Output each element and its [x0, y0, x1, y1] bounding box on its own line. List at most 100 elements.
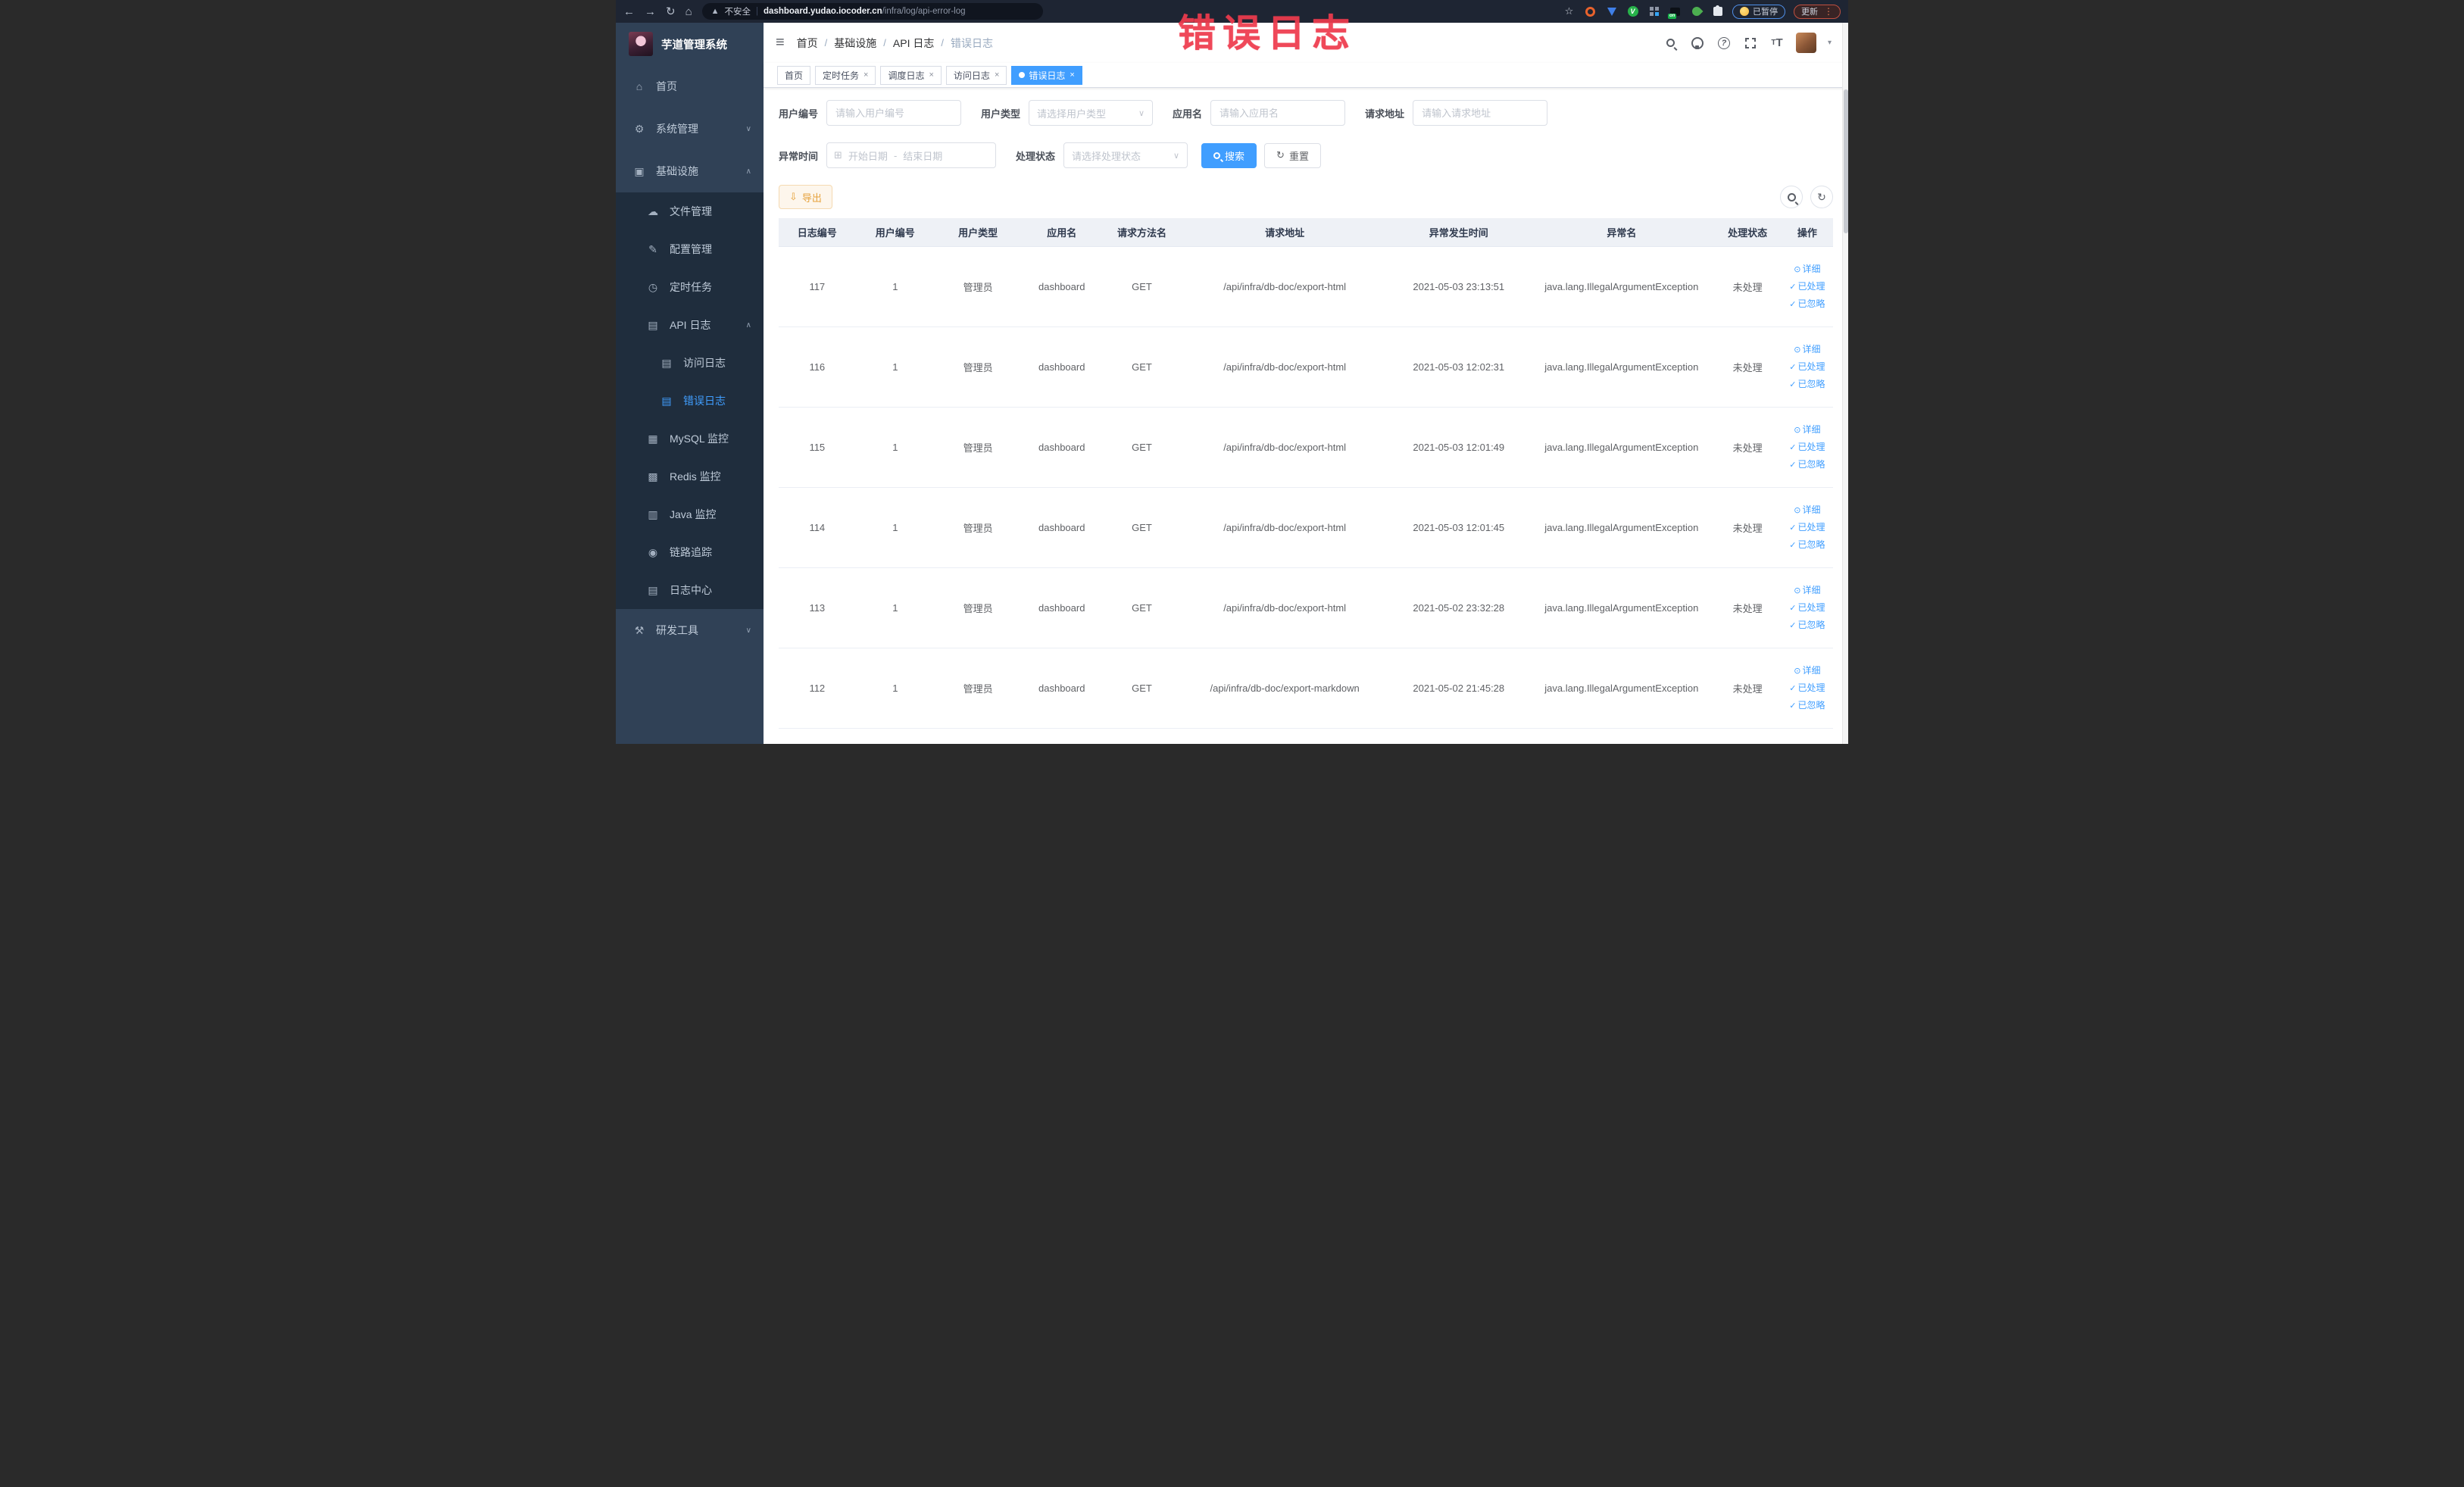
breadcrumb-home[interactable]: 首页 — [797, 36, 818, 51]
mark-processed-link[interactable]: ✓ 已处理 — [1785, 679, 1830, 697]
browser-reload-icon[interactable]: ↻ — [666, 6, 676, 17]
scrollbar-thumb[interactable] — [1844, 89, 1848, 233]
sidebar: 芋道管理系统 ⌂ 首页 ⚙ 系统管理 ∨ ▣ 基础设施 ∧ ☁ 文件管理 ✎ 配… — [616, 23, 764, 744]
check-icon: ✓ — [1789, 683, 1797, 693]
sidebar-item-label: 文件管理 — [670, 205, 712, 217]
filter-row-2: 异常时间 ⊞ 开始日期 - 结束日期 处理状态 请选择处理状态 ∨ 搜索 ↻ 重… — [779, 142, 1833, 168]
sidebar-item-access-logs[interactable]: ▤ 访问日志 — [616, 344, 764, 382]
sidebar-item-dev-tools[interactable]: ⚒ 研发工具 ∨ — [616, 609, 764, 651]
close-icon[interactable]: × — [929, 70, 933, 80]
extension-blue-shield-icon[interactable] — [1605, 5, 1618, 18]
sidebar-item-home[interactable]: ⌂ 首页 — [616, 65, 764, 108]
help-icon[interactable]: ? — [1716, 36, 1732, 51]
sidebar-item-system-management[interactable]: ⚙ 系统管理 ∨ — [616, 108, 764, 150]
tag-scheduled-tasks[interactable]: 定时任务 × — [815, 65, 876, 85]
mark-ignored-link[interactable]: ✓ 已忽略 — [1785, 697, 1830, 714]
export-button[interactable]: ⇩ 导出 — [779, 185, 832, 209]
sidebar-item-error-logs[interactable]: ▤ 错误日志 — [616, 382, 764, 420]
tag-error-logs[interactable]: 错误日志 × — [1011, 65, 1082, 85]
mark-ignored-link[interactable]: ✓ 已忽略 — [1785, 456, 1830, 473]
user-id-input[interactable] — [826, 100, 962, 126]
address-bar[interactable]: ▲ 不安全 | dashboard.yudao.iocoder.cn/infra… — [701, 3, 1043, 20]
top-navbar: ≡ 首页 / 基础设施 / API 日志 / 错误日志 ? TT ▾ — [764, 23, 1848, 63]
toggle-search-button[interactable] — [1780, 186, 1803, 208]
error-log-table: 日志编号 用户编号 用户类型 应用名 请求方法名 请求地址 异常发生时间 异常名… — [779, 218, 1833, 729]
browser-toolbar-right: ☆ V on 已暂停 更新 ⋮ — [1563, 4, 1841, 19]
extension-orange-ring-icon[interactable] — [1584, 5, 1597, 18]
extension-switch-icon[interactable]: on — [1668, 5, 1682, 19]
browser-forward-icon[interactable]: → — [645, 6, 656, 17]
detail-link[interactable]: ⊙ 详细 — [1785, 261, 1830, 278]
detail-link[interactable]: ⊙ 详细 — [1785, 421, 1830, 439]
user-type-select[interactable]: 请选择用户类型 ∨ — [1029, 100, 1154, 126]
check-icon: ✓ — [1789, 362, 1797, 372]
detail-link[interactable]: ⊙ 详细 — [1785, 501, 1830, 519]
tags-view-bar: 首页 定时任务 × 调度日志 × 访问日志 × 错误日志 × — [764, 63, 1848, 88]
page-scrollbar[interactable] — [1842, 23, 1848, 744]
tag-home[interactable]: 首页 — [777, 65, 811, 85]
avatar-dropdown-caret-icon[interactable]: ▾ — [1828, 39, 1832, 47]
filter-row-1: 用户编号 用户类型 请选择用户类型 ∨ 应用名 请求地址 — [779, 100, 1833, 126]
reset-button[interactable]: ↻ 重置 — [1264, 142, 1321, 168]
sidebar-item-java-monitor[interactable]: ▥ Java 监控 — [616, 495, 764, 533]
extension-grid-icon[interactable] — [1647, 5, 1660, 18]
mark-processed-link[interactable]: ✓ 已处理 — [1785, 278, 1830, 295]
app-logo-row[interactable]: 芋道管理系统 — [616, 23, 764, 65]
sidebar-item-link-tracing[interactable]: ◉ 链路追踪 — [616, 533, 764, 571]
font-size-icon[interactable]: TT — [1769, 36, 1785, 51]
sidebar-item-redis-monitor[interactable]: ▩ Redis 监控 — [616, 458, 764, 495]
browser-update-badge[interactable]: 更新 ⋮ — [1794, 4, 1841, 19]
detail-link[interactable]: ⊙ 详细 — [1785, 341, 1830, 358]
tag-dispatch-logs[interactable]: 调度日志 × — [880, 65, 942, 85]
sidebar-item-config-management[interactable]: ✎ 配置管理 — [616, 230, 764, 268]
extension-sprout-icon[interactable] — [1690, 5, 1703, 18]
mark-ignored-link[interactable]: ✓ 已忽略 — [1785, 295, 1830, 313]
breadcrumb-infrastructure[interactable]: 基础设施 — [834, 36, 876, 51]
fullscreen-icon[interactable] — [1743, 36, 1758, 51]
detail-link[interactable]: ⊙ 详细 — [1785, 662, 1830, 679]
browser-menu-icon[interactable]: ⋮ — [1824, 6, 1833, 17]
mark-processed-link[interactable]: ✓ 已处理 — [1785, 358, 1830, 376]
mark-ignored-link[interactable]: ✓ 已忽略 — [1785, 536, 1830, 554]
paused-extension-badge[interactable]: 已暂停 — [1732, 4, 1785, 19]
update-badge-label: 更新 — [1801, 8, 1818, 17]
bookmark-star-icon[interactable]: ☆ — [1563, 5, 1576, 18]
extension-puzzle-icon[interactable] — [1711, 5, 1724, 18]
request-url-input[interactable] — [1413, 100, 1548, 126]
process-status-select[interactable]: 请选择处理状态 ∨ — [1063, 142, 1188, 168]
sidebar-item-mysql-monitor[interactable]: ▦ MySQL 监控 — [616, 420, 764, 458]
close-icon[interactable]: × — [995, 70, 999, 80]
detail-link[interactable]: ⊙ 详细 — [1785, 582, 1830, 599]
sidebar-item-log-center[interactable]: ▤ 日志中心 — [616, 571, 764, 609]
mark-processed-link[interactable]: ✓ 已处理 — [1785, 439, 1830, 456]
sidebar-item-file-management[interactable]: ☁ 文件管理 — [616, 192, 764, 230]
cell-exception-time: 2021-05-03 12:01:49 — [1388, 407, 1530, 488]
mark-ignored-link[interactable]: ✓ 已忽略 — [1785, 617, 1830, 634]
close-icon[interactable]: × — [1070, 70, 1074, 80]
tag-access-logs[interactable]: 访问日志 × — [945, 65, 1007, 85]
sidebar-item-api-logs[interactable]: ▤ API 日志 ∧ — [616, 306, 764, 344]
search-button[interactable]: 搜索 — [1201, 142, 1257, 168]
close-icon[interactable]: × — [863, 70, 868, 80]
sidebar-item-scheduled-tasks[interactable]: ◷ 定时任务 — [616, 268, 764, 306]
sidebar-item-infrastructure[interactable]: ▣ 基础设施 ∧ — [616, 150, 764, 192]
col-method: 请求方法名 — [1102, 218, 1182, 247]
app-name-input[interactable] — [1210, 100, 1346, 126]
mark-processed-link[interactable]: ✓ 已处理 — [1785, 599, 1830, 617]
cell-log-id: 113 — [779, 567, 856, 648]
extension-green-v-icon[interactable]: V — [1626, 5, 1639, 18]
mark-processed-link[interactable]: ✓ 已处理 — [1785, 519, 1830, 536]
refresh-table-button[interactable]: ↻ — [1810, 186, 1833, 208]
cell-app-name: dashboard — [1021, 487, 1103, 568]
github-icon[interactable] — [1690, 36, 1705, 51]
sidebar-fold-icon[interactable]: ≡ — [776, 34, 785, 52]
view-icon: ⊙ — [1794, 505, 1801, 515]
search-icon[interactable] — [1663, 36, 1679, 51]
app-name-label: 应用名 — [1173, 108, 1203, 120]
exception-time-range-picker[interactable]: ⊞ 开始日期 - 结束日期 — [826, 142, 997, 168]
browser-home-icon[interactable]: ⌂ — [685, 6, 692, 17]
user-avatar[interactable] — [1795, 33, 1816, 53]
mark-ignored-link[interactable]: ✓ 已忽略 — [1785, 376, 1830, 393]
browser-back-icon[interactable]: ← — [623, 6, 635, 17]
breadcrumb-api-logs[interactable]: API 日志 — [893, 36, 934, 51]
